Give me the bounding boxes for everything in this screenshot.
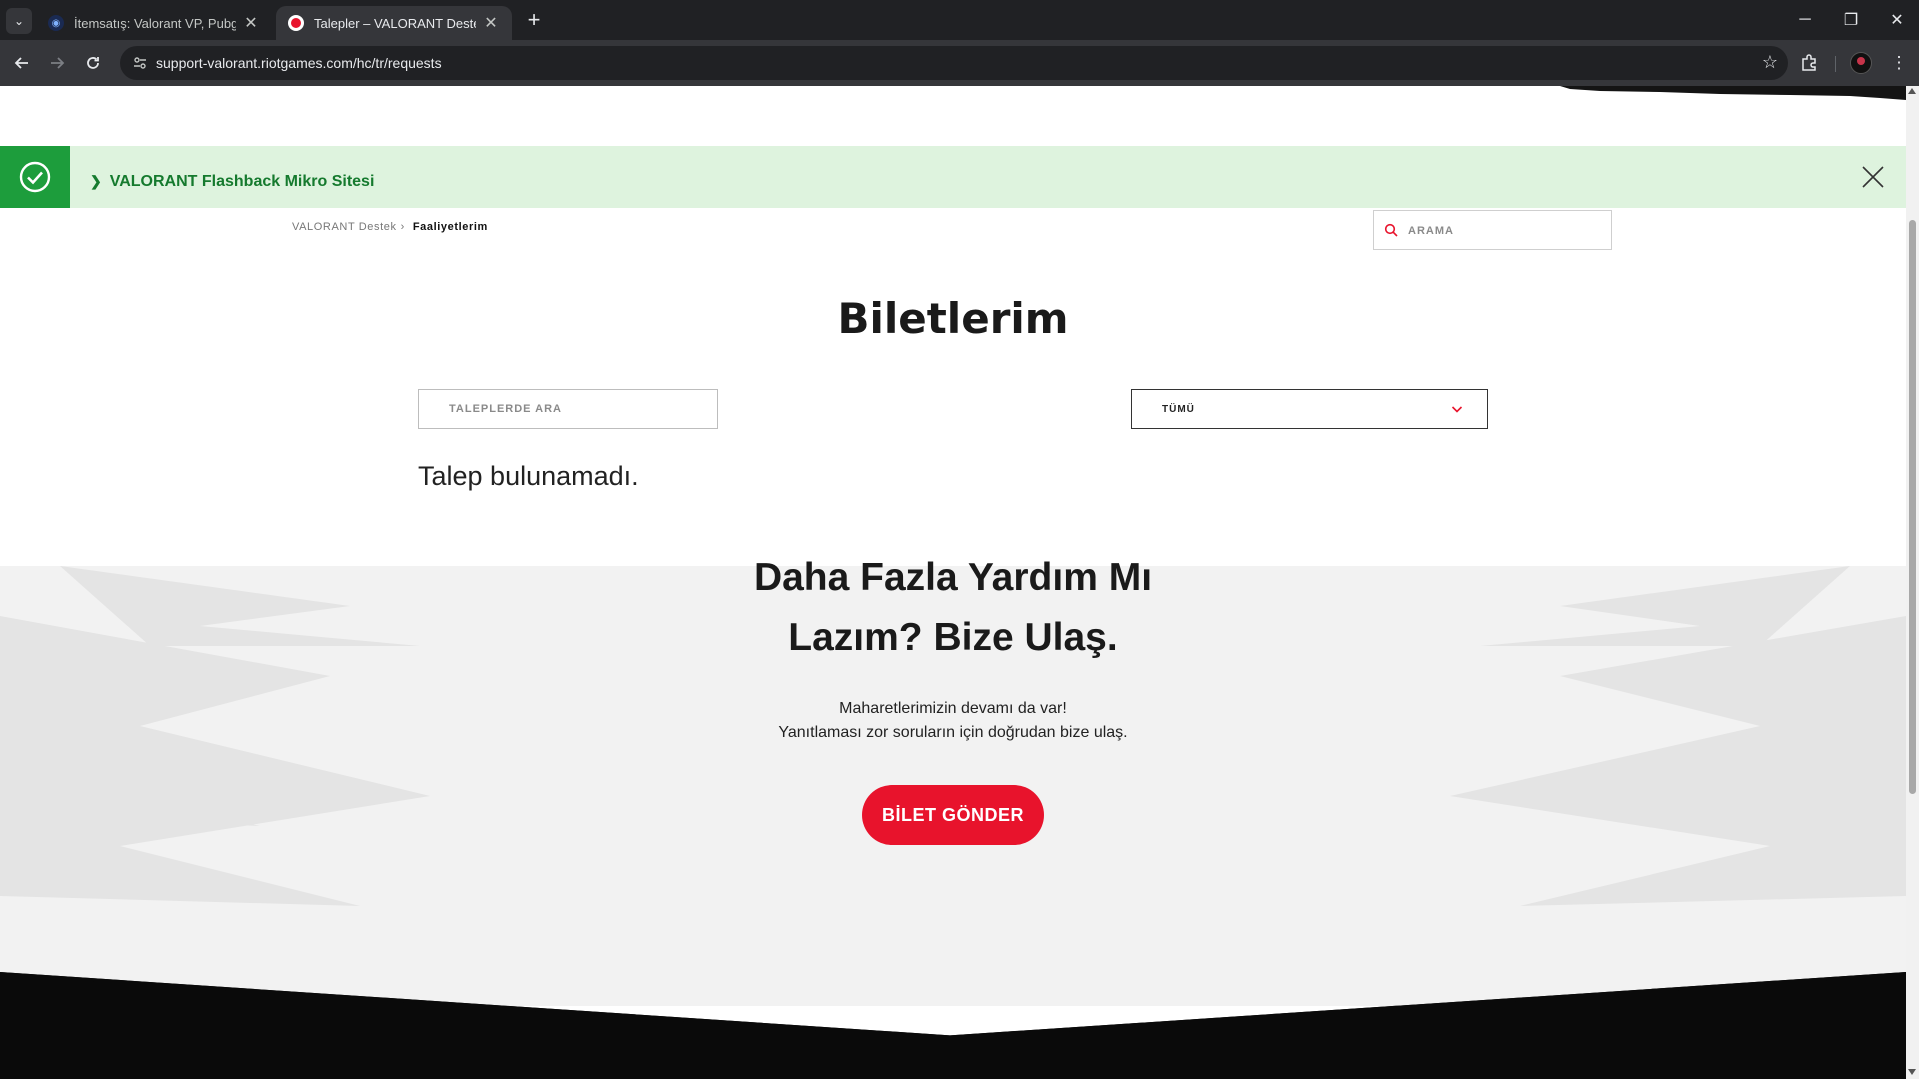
arrow-left-icon [14, 57, 28, 69]
notification-banner: ❯ VALORANT Flashback Mikro Sitesi [0, 146, 1906, 208]
footer-dark-band [0, 972, 1906, 1079]
site-settings-icon[interactable] [132, 55, 148, 71]
browser-tab-strip: ⌄ ◉ İtemsatış: Valorant VP, Pubg M ✕ Tal… [0, 0, 1919, 40]
close-icon[interactable] [1860, 164, 1886, 190]
close-tab-icon[interactable]: ✕ [242, 13, 260, 33]
search-icon [1384, 223, 1398, 237]
browser-tab-talepler[interactable]: Talepler – VALORANT Destek ✕ [276, 6, 512, 40]
requests-search-box[interactable] [418, 389, 718, 429]
address-bar[interactable]: support-valorant.riotgames.com/hc/tr/req… [120, 46, 1788, 80]
extensions-puzzle-icon[interactable] [1795, 49, 1823, 77]
restore-window-button[interactable]: ❐ [1831, 6, 1871, 34]
arrow-right-icon [51, 57, 65, 69]
itemsatis-favicon-icon: ◉ [48, 15, 64, 31]
chevron-right-icon: ❯ [90, 173, 102, 189]
breadcrumb: VALORANT Destek › Faaliyetlerim [292, 221, 488, 233]
submit-ticket-button[interactable]: BİLET GÖNDER [862, 785, 1044, 845]
browser-tab-itemsatis[interactable]: ◉ İtemsatış: Valorant VP, Pubg M ✕ [36, 6, 272, 40]
browser-menu-kebab-icon[interactable]: ⋮ [1885, 49, 1913, 77]
help-subtitle-line-1: Maharetlerimizin devamı da var! [839, 700, 1067, 717]
header-brush-stroke-decoration [1560, 86, 1906, 100]
tab-title: Talepler – VALORANT Destek [314, 15, 476, 31]
minimize-window-button[interactable]: ─ [1785, 6, 1825, 34]
close-window-button[interactable]: ✕ [1877, 6, 1917, 34]
new-tab-button[interactable]: + [520, 6, 548, 34]
help-center-search-box[interactable] [1373, 210, 1612, 251]
no-requests-message: Talep bulunamadı. [418, 461, 639, 491]
tab-search-button[interactable]: ⌄ [6, 8, 32, 34]
banner-link-label: VALORANT Flashback Mikro Sitesi [109, 173, 375, 190]
help-center-search-input[interactable] [1406, 211, 1605, 251]
breadcrumb-home-link[interactable]: VALORANT Destek [292, 221, 397, 233]
bookmark-star-icon[interactable]: ☆ [1762, 52, 1778, 73]
toolbar-divider [1835, 56, 1836, 72]
url-text: support-valorant.riotgames.com/hc/tr/req… [156, 55, 442, 71]
filter-selected-value: TÜMÜ [1162, 404, 1195, 415]
banner-link[interactable]: ❯ VALORANT Flashback Mikro Sitesi [90, 146, 374, 208]
page-scrollbar[interactable] [1906, 86, 1919, 1079]
browser-toolbar: support-valorant.riotgames.com/hc/tr/req… [0, 40, 1919, 86]
profile-avatar[interactable] [1850, 52, 1872, 74]
scroll-down-arrow-icon[interactable] [1908, 1069, 1916, 1075]
scroll-up-arrow-icon[interactable] [1908, 88, 1916, 94]
chevron-down-icon [1451, 406, 1463, 413]
forward-button[interactable] [43, 49, 71, 77]
reload-button[interactable] [79, 49, 107, 77]
riot-favicon-icon [288, 15, 304, 31]
reload-icon [87, 57, 99, 69]
page-title: Biletlerim [837, 294, 1069, 343]
help-subtitle: Maharetlerimizin devamı da var! Yanıtlam… [0, 697, 1906, 745]
requests-status-filter-select[interactable]: TÜMÜ [1131, 389, 1488, 429]
help-subtitle-line-2: Yanıtlaması zor soruların için doğrudan … [778, 724, 1128, 741]
page-viewport: ❯ VALORANT Flashback Mikro Sitesi VALORAN… [0, 86, 1906, 1079]
requests-search-input[interactable] [419, 390, 717, 428]
tab-title: İtemsatış: Valorant VP, Pubg M [74, 15, 236, 31]
back-button[interactable] [8, 49, 36, 77]
help-heading-line-2: Lazım? Bize Ulaş. [788, 616, 1118, 659]
close-tab-icon[interactable]: ✕ [482, 13, 500, 33]
help-heading: Daha Fazla Yardım Mı Lazım? Bize Ulaş. [0, 548, 1906, 668]
scrollbar-thumb[interactable] [1909, 220, 1916, 794]
help-heading-line-1: Daha Fazla Yardım Mı [753, 556, 1153, 599]
success-check-icon [0, 146, 70, 208]
breadcrumb-separator-icon: › [400, 221, 405, 233]
breadcrumb-current: Faaliyetlerim [412, 221, 488, 233]
